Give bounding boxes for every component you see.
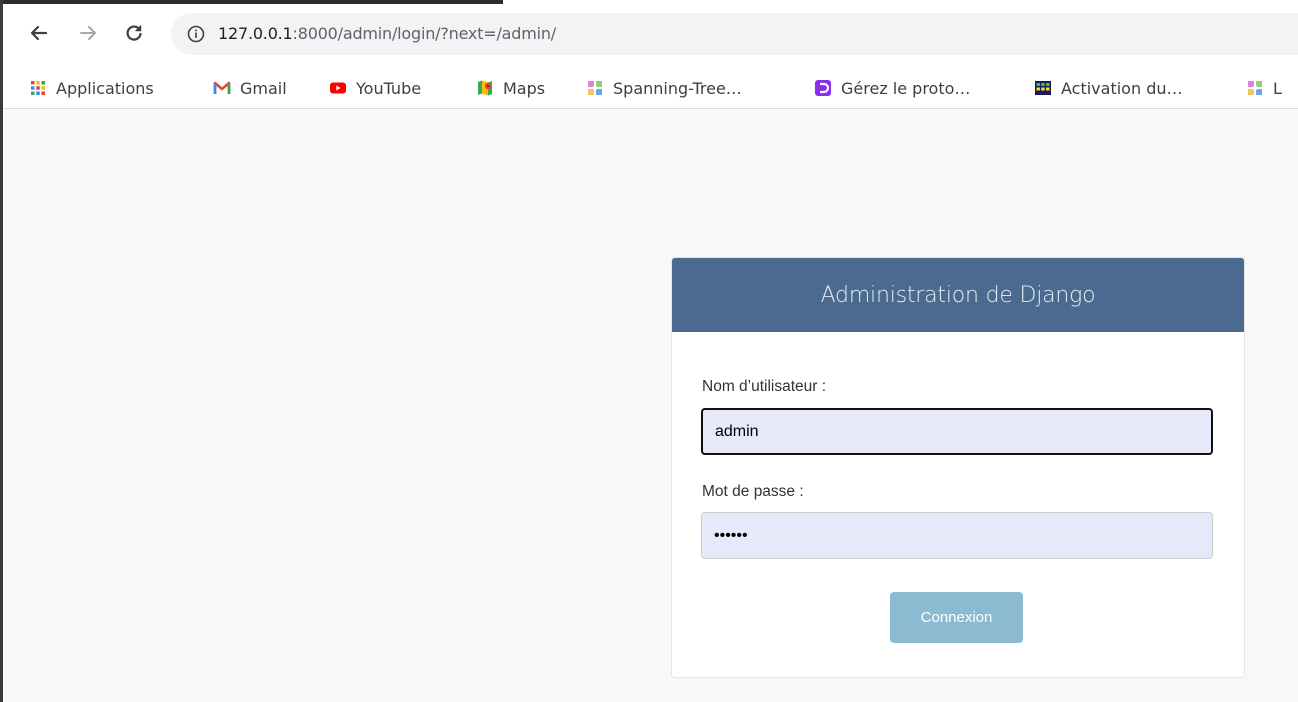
bookmark-gmail[interactable]: Gmail xyxy=(213,68,287,108)
bookmark-label: Applications xyxy=(56,78,154,98)
bookmark-label: Maps xyxy=(503,78,546,98)
url-host: 127.0.0.1 xyxy=(218,24,293,43)
username-label: Nom d’utilisateur : xyxy=(702,378,827,395)
bookmark-label: Spanning-Tree… xyxy=(613,78,742,98)
reload-icon xyxy=(126,25,142,41)
bookmarks-bar: Applications Gmail YouTube Maps Spanning… xyxy=(3,68,1298,109)
reload-button[interactable] xyxy=(121,20,147,46)
bookmark-applications[interactable]: Applications xyxy=(29,68,154,108)
arrow-left-icon xyxy=(30,25,48,41)
arrow-right-icon xyxy=(80,26,96,40)
bookmark-label: YouTube xyxy=(356,78,422,98)
puzzle-favicon-icon xyxy=(586,79,604,97)
username-input[interactable] xyxy=(701,408,1213,455)
url-text[interactable]: 127.0.0.1:8000/admin/login/?next=/admin/ xyxy=(218,24,556,43)
bookmark-label: Gmail xyxy=(240,78,287,98)
bookmark-activation-du[interactable]: Activation du… xyxy=(1034,68,1182,108)
login-form-container: Administration de Django Nom d’utilisate… xyxy=(671,257,1245,678)
puzzle-favicon-icon xyxy=(1246,79,1264,97)
apps-grid-icon xyxy=(29,79,47,97)
url-path: :8000/admin/login/?next=/admin/ xyxy=(292,24,557,43)
login-header: Administration de Django xyxy=(672,258,1244,332)
youtube-icon xyxy=(329,79,347,97)
purple-favicon-icon xyxy=(814,79,832,97)
bookmark-truncated[interactable]: L xyxy=(1246,68,1282,108)
login-submit-button[interactable]: Connexion xyxy=(890,592,1023,643)
maps-icon xyxy=(476,79,494,97)
password-input[interactable] xyxy=(701,512,1213,559)
forward-button[interactable] xyxy=(75,20,101,46)
bookmark-label: L xyxy=(1273,78,1282,98)
bookmark-label: Activation du… xyxy=(1061,78,1183,98)
bookmark-maps[interactable]: Maps xyxy=(476,68,545,108)
site-title: Administration de Django xyxy=(820,282,1096,308)
password-label: Mot de passe : xyxy=(702,483,804,500)
info-icon[interactable] xyxy=(187,25,205,43)
bookmark-label: Gérez le proto… xyxy=(841,78,971,98)
bookmark-gerez-le-proto[interactable]: Gérez le proto… xyxy=(814,68,970,108)
grid-favicon-icon xyxy=(1034,79,1052,97)
bookmark-spanning-tree[interactable]: Spanning-Tree… xyxy=(586,68,742,108)
address-bar[interactable]: 127.0.0.1:8000/admin/login/?next=/admin/ xyxy=(171,13,1298,55)
browser-toolbar: 127.0.0.1:8000/admin/login/?next=/admin/ xyxy=(3,0,1298,68)
gmail-icon xyxy=(213,79,231,97)
tab-strip-edge xyxy=(3,0,503,4)
back-button[interactable] xyxy=(26,20,52,46)
bookmark-youtube[interactable]: YouTube xyxy=(329,68,421,108)
page-content: Administration de Django Nom d’utilisate… xyxy=(3,109,1298,702)
